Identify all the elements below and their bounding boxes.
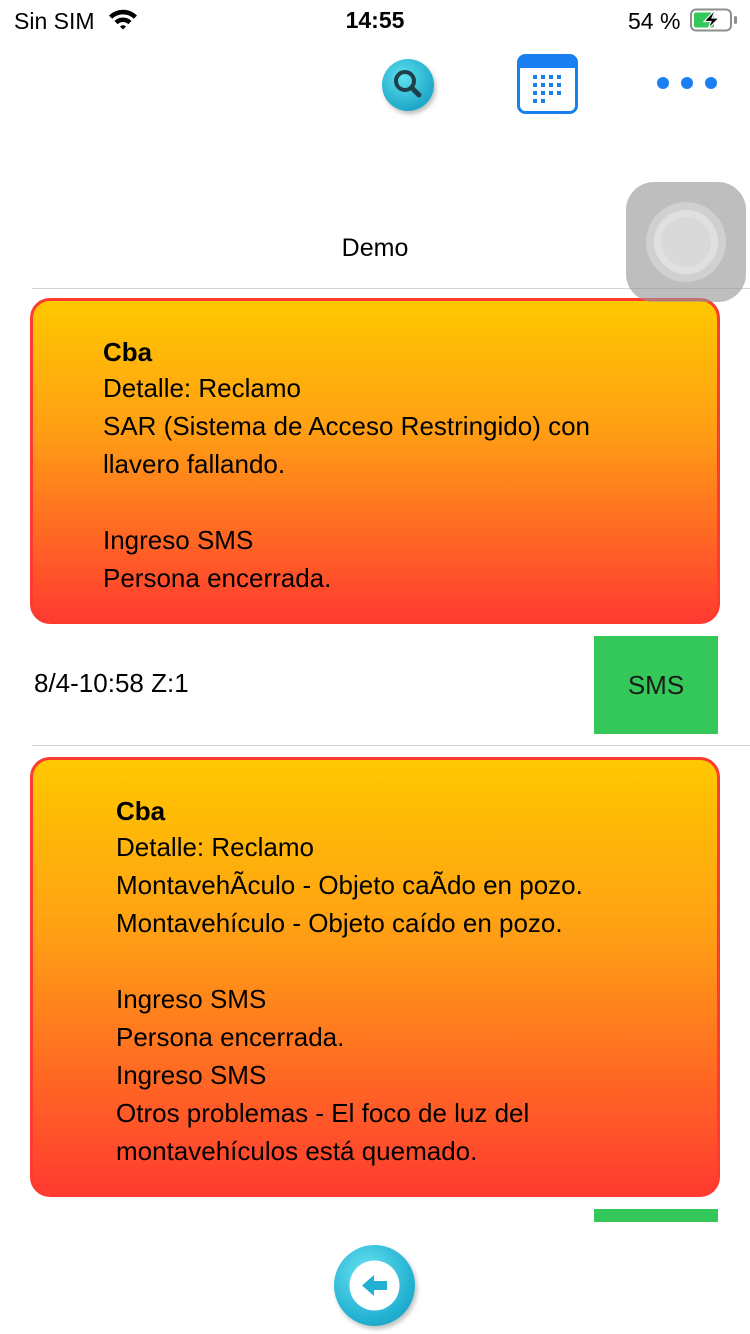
card-title: Cba — [103, 337, 153, 367]
card-line: Otros problemas - El foco de luz del — [116, 1098, 530, 1128]
search-icon — [394, 70, 422, 98]
card-line: Ingreso SMS — [116, 1060, 267, 1090]
entry-timestamp: 8/4-10:58 Z:1 — [34, 668, 189, 698]
search-button[interactable] — [382, 59, 434, 111]
calendar-button[interactable] — [517, 54, 578, 114]
card-line — [103, 483, 590, 521]
card-line — [116, 942, 583, 980]
card-line: Detalle: Reclamo — [116, 832, 314, 862]
incident-card[interactable]: Cba Detalle: Reclamo MontavehÃculo - Obj… — [30, 757, 720, 1197]
more-button[interactable] — [652, 72, 722, 94]
battery-charging-icon — [690, 8, 738, 37]
card-line: montavehículos está quemado. — [116, 1136, 478, 1166]
assistive-knob — [661, 217, 711, 267]
divider — [32, 745, 750, 746]
back-button[interactable] — [334, 1245, 415, 1326]
assistive-touch-button[interactable] — [626, 182, 746, 302]
back-arrow-icon — [349, 1260, 400, 1311]
incident-card[interactable]: Cba Detalle: Reclamo SAR (Sistema de Acc… — [30, 298, 720, 624]
sms-button-partial[interactable] — [594, 1209, 718, 1222]
card-text: Cba Detalle: Reclamo MontavehÃculo - Obj… — [116, 794, 583, 1170]
card-line: Ingreso SMS — [103, 525, 254, 555]
card-line: Montavehículo - Objeto caído en pozo. — [116, 908, 563, 938]
more-dots-icon — [657, 77, 717, 89]
card-text: Cba Detalle: Reclamo SAR (Sistema de Acc… — [103, 335, 590, 597]
battery-percent: 54 % — [628, 8, 681, 34]
card-line: Ingreso SMS — [116, 984, 267, 1014]
card-line: Persona encerrada. — [116, 1022, 345, 1052]
card-line: MontavehÃculo - Objeto caÃdo en pozo. — [116, 870, 583, 900]
card-title: Cba — [116, 796, 166, 826]
card-line: Detalle: Reclamo — [103, 373, 301, 403]
status-bar: Sin SIM 14:55 54 % — [0, 0, 750, 40]
calendar-icon — [517, 54, 578, 114]
card-line: SAR (Sistema de Acceso Restringido) con — [103, 411, 590, 441]
sms-button[interactable]: SMS — [594, 636, 718, 734]
card-line: Persona encerrada. — [103, 563, 332, 593]
card-line: llavero fallando. — [103, 449, 286, 479]
